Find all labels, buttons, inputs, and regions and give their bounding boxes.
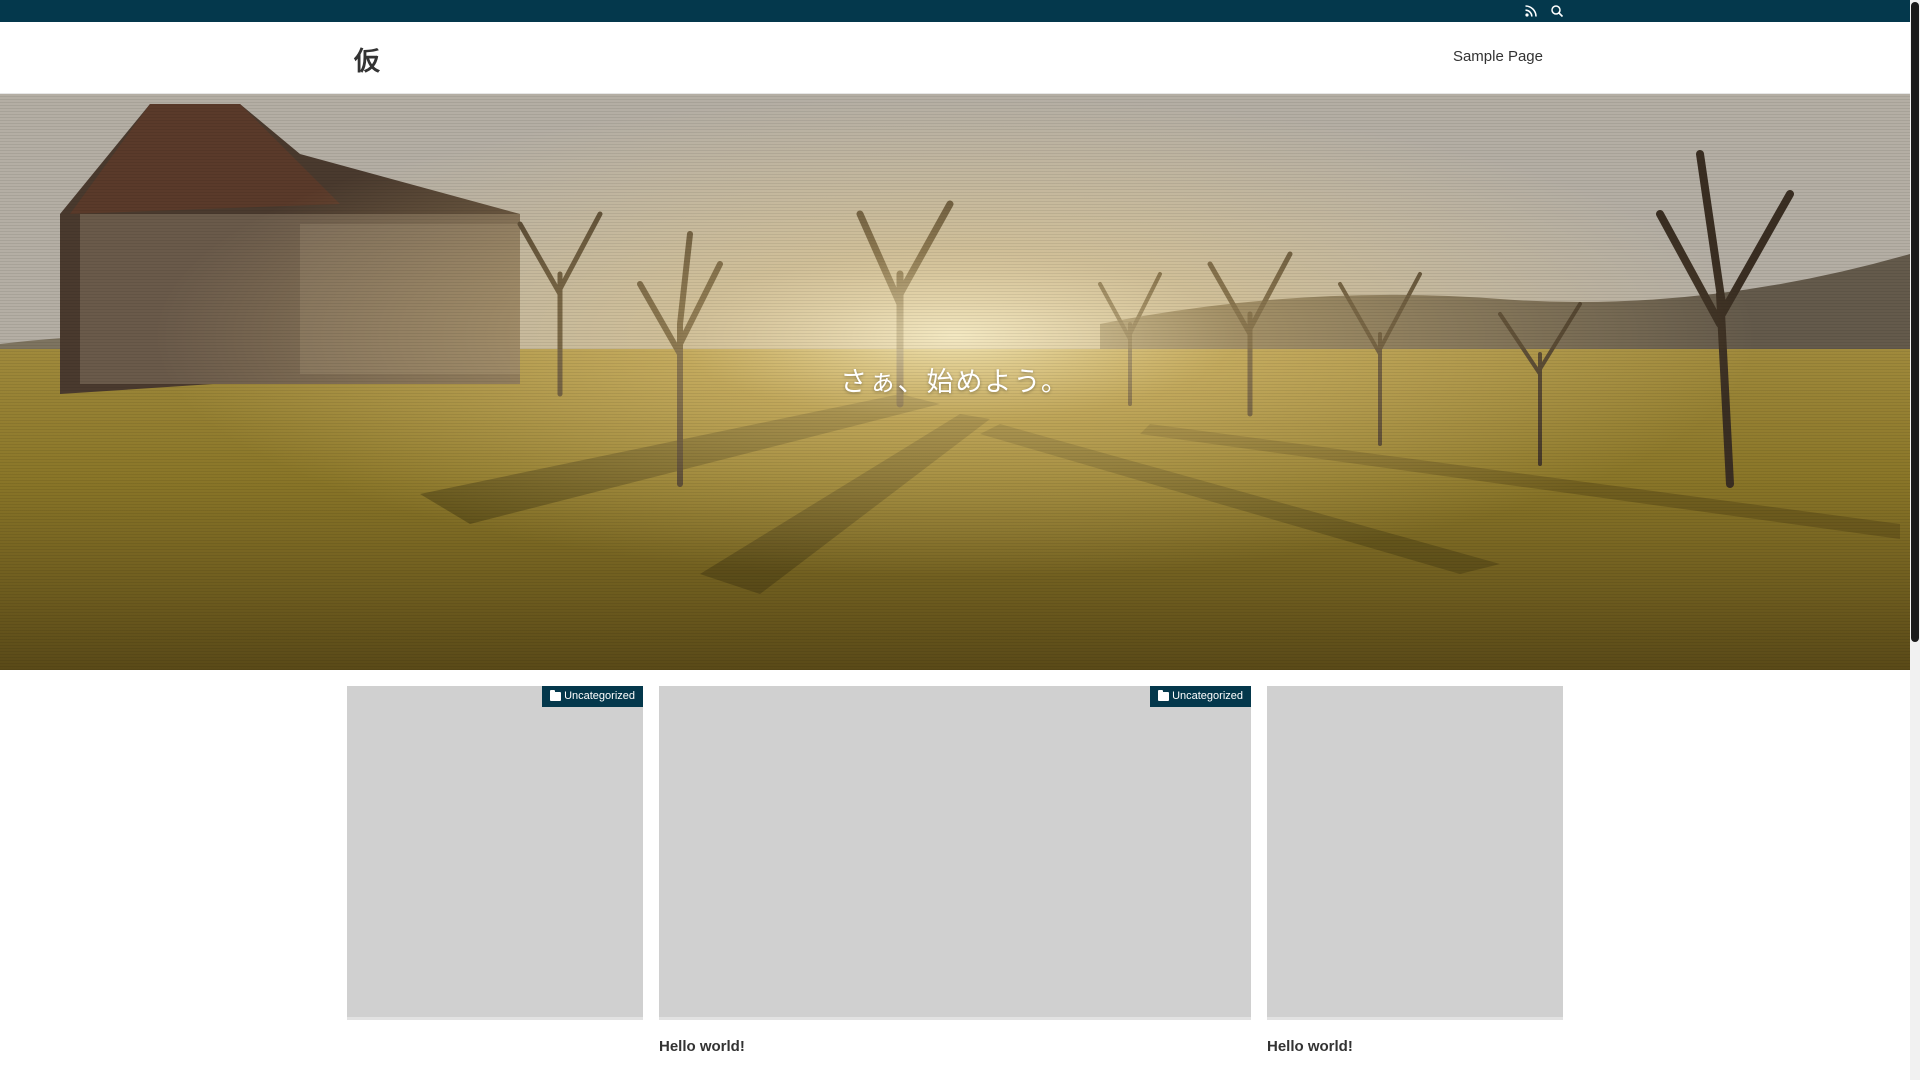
hero-title: さぁ、始めよう。 [840,367,1070,398]
folder-icon [1158,690,1170,701]
scrollbar-thumb[interactable] [1911,2,1919,642]
search-icon[interactable] [1550,4,1564,18]
page: 仮 Sample Page さぁ、始めよう。 Uncategorized Unc… [0,0,1920,1080]
scrollbar[interactable] [1910,0,1920,1080]
site-title[interactable]: 仮 [354,41,381,78]
hero-banner: さぁ、始めよう。 [0,94,1910,670]
post-title[interactable]: Hello world! [1267,1038,1563,1055]
post-thumbnail[interactable]: Uncategorized [659,686,1251,1020]
site-header: 仮 Sample Page [0,22,1910,94]
top-bar [0,0,1910,22]
category-badge[interactable]: Uncategorized [542,686,643,707]
post-thumbnail[interactable]: Uncategorized [347,686,643,1020]
nav-item-sample-page[interactable]: Sample Page [1453,48,1543,65]
post-thumbnail[interactable] [1267,686,1563,1020]
top-bar-icons [1524,0,1564,22]
folder-icon [550,690,562,701]
post-card[interactable]: Uncategorized Hello world! [659,686,1251,1055]
rss-icon[interactable] [1524,4,1538,18]
post-title[interactable]: Hello world! [659,1038,1251,1055]
category-badge[interactable]: Uncategorized [1150,686,1251,707]
post-card[interactable]: Hello world! [1267,686,1563,1055]
post-card[interactable]: Uncategorized [347,686,643,1038]
category-label: Uncategorized [1172,690,1243,702]
category-label: Uncategorized [564,690,635,702]
